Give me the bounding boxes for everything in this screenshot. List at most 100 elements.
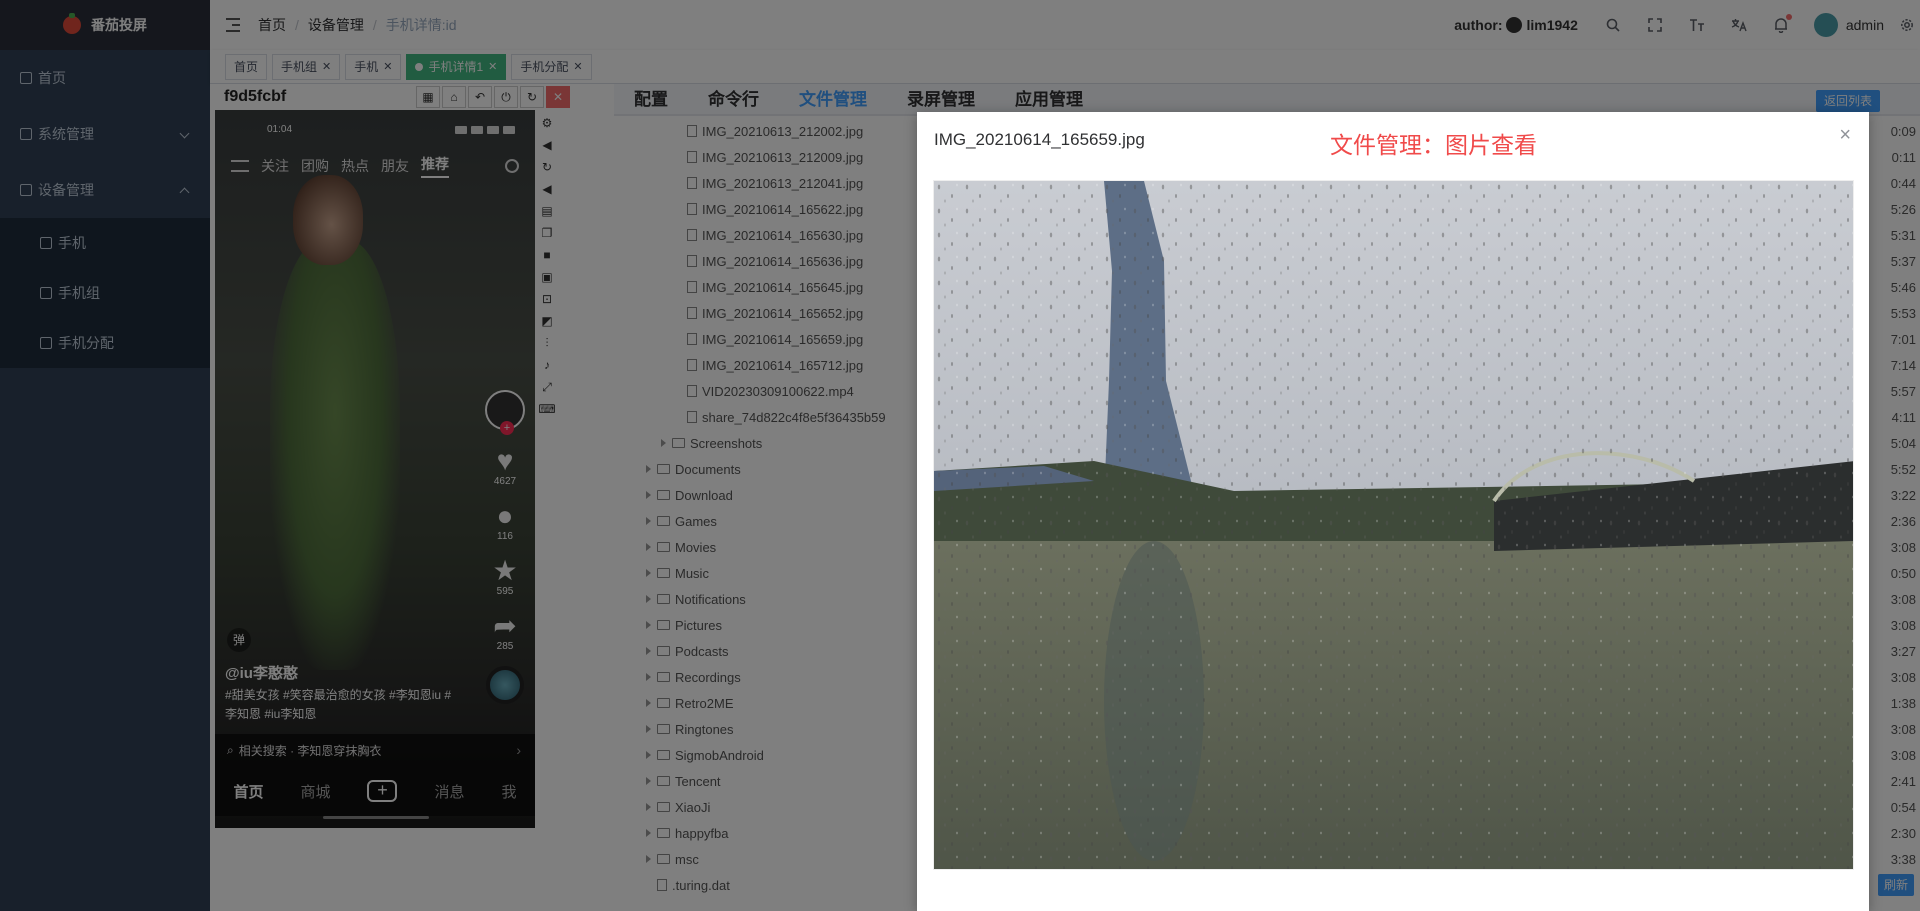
folder-row[interactable]: Retro2ME bbox=[614, 690, 934, 716]
caret-right-icon[interactable] bbox=[646, 569, 651, 577]
file-row[interactable]: .turing.dat bbox=[614, 872, 934, 898]
close-icon[interactable]: ✕ bbox=[573, 55, 582, 79]
breadcrumb-device[interactable]: 设备管理 bbox=[308, 15, 364, 35]
share-action[interactable]: ➦ 285 bbox=[493, 611, 516, 653]
like-action[interactable]: ♥ 4627 bbox=[494, 446, 516, 488]
hamburger-icon[interactable] bbox=[226, 18, 246, 32]
caret-right-icon[interactable] bbox=[646, 777, 651, 785]
caret-right-icon[interactable] bbox=[646, 673, 651, 681]
copy-icon[interactable]: ❐ bbox=[536, 222, 558, 244]
clipboard-icon[interactable]: ▤ bbox=[536, 200, 558, 222]
folder-row[interactable]: msc bbox=[614, 846, 934, 872]
author-link[interactable]: author: lim1942 bbox=[1454, 17, 1578, 33]
tag-phone-group[interactable]: 手机组 ✕ bbox=[272, 53, 341, 80]
feed-tab[interactable]: 热点 bbox=[341, 156, 369, 176]
sidebar-item-phone-group[interactable]: 手机组 bbox=[0, 268, 210, 318]
close-icon[interactable]: ✕ bbox=[546, 86, 570, 108]
comment-action[interactable]: ● 116 bbox=[497, 501, 514, 543]
volume-down-icon[interactable]: ◀ bbox=[536, 178, 558, 200]
bell-icon[interactable]: ♪ bbox=[536, 354, 558, 376]
folder-row[interactable]: Tencent bbox=[614, 768, 934, 794]
feed-tab[interactable]: 团购 bbox=[301, 156, 329, 176]
folder-row[interactable]: Games bbox=[614, 508, 934, 534]
grid-icon[interactable]: ▦ bbox=[416, 86, 440, 108]
folder-row[interactable]: Music bbox=[614, 560, 934, 586]
bell-icon[interactable] bbox=[1772, 14, 1792, 34]
file-row[interactable]: IMG_20210614_165712.jpg bbox=[614, 352, 934, 378]
back-icon[interactable]: ↶ bbox=[468, 86, 492, 108]
tag-phone-assign[interactable]: 手机分配 ✕ bbox=[511, 53, 592, 80]
volume-up-icon[interactable]: ◀ bbox=[536, 134, 558, 156]
file-row[interactable]: IMG_20210614_165652.jpg bbox=[614, 300, 934, 326]
screen-off-icon[interactable]: ◩ bbox=[536, 310, 558, 332]
music-disc-icon[interactable] bbox=[486, 666, 524, 704]
file-row[interactable]: IMG_20210614_165630.jpg bbox=[614, 222, 934, 248]
folder-row[interactable]: Download bbox=[614, 482, 934, 508]
favorite-action[interactable]: ★ 595 bbox=[492, 556, 517, 598]
keyboard-icon[interactable]: ⌨ bbox=[536, 398, 558, 420]
font-size-icon[interactable] bbox=[1688, 16, 1706, 34]
settings-icon[interactable]: ⚙ bbox=[536, 112, 558, 134]
caret-right-icon[interactable] bbox=[646, 517, 651, 525]
sidebar-item-device[interactable]: 设备管理 bbox=[0, 162, 210, 218]
folder-row[interactable]: happyfba bbox=[614, 820, 934, 846]
feed-tab[interactable]: 朋友 bbox=[381, 156, 409, 176]
caret-right-icon[interactable] bbox=[646, 855, 651, 863]
folder-row[interactable]: XiaoJi bbox=[614, 794, 934, 820]
caret-right-icon[interactable] bbox=[646, 725, 651, 733]
gear-icon[interactable] bbox=[1898, 16, 1916, 34]
caret-right-icon[interactable] bbox=[646, 829, 651, 837]
close-icon[interactable]: × bbox=[1839, 124, 1851, 147]
caret-right-icon[interactable] bbox=[646, 803, 651, 811]
sidebar-item-system[interactable]: 系统管理 bbox=[0, 106, 210, 162]
close-icon[interactable]: ✕ bbox=[322, 55, 331, 79]
caret-right-icon[interactable] bbox=[646, 699, 651, 707]
power-icon[interactable]: ⏻ bbox=[494, 86, 518, 108]
feed-tab-active[interactable]: 推荐 bbox=[421, 154, 449, 178]
sliders-icon[interactable]: ⫶ bbox=[536, 332, 558, 354]
tab-recording[interactable]: 录屏管理 bbox=[907, 85, 975, 114]
folder-row[interactable]: Podcasts bbox=[614, 638, 934, 664]
sidebar-item-phone-assign[interactable]: 手机分配 bbox=[0, 318, 210, 368]
file-row[interactable]: IMG_20210614_165659.jpg bbox=[614, 326, 934, 352]
tab-apps[interactable]: 应用管理 bbox=[1015, 85, 1083, 114]
record-icon[interactable]: ■ bbox=[536, 244, 558, 266]
file-row[interactable]: IMG_20210613_212041.jpg bbox=[614, 170, 934, 196]
related-search-bar[interactable]: ⌕ 相关搜索 · 李知恩穿抹胸衣 › bbox=[215, 734, 535, 766]
folder-row[interactable]: Recordings bbox=[614, 664, 934, 690]
rotate-icon[interactable]: ↻ bbox=[536, 156, 558, 178]
phone-screen[interactable]: 01:04 关注 团购 热点 朋友 推荐 + ♥ 4627 ● 116 ★ 595 ➦… bbox=[215, 110, 535, 828]
close-icon[interactable]: ✕ bbox=[383, 55, 392, 79]
caret-right-icon[interactable] bbox=[646, 543, 651, 551]
folder-row[interactable]: Screenshots bbox=[614, 430, 934, 456]
expand-icon[interactable]: ⤢ bbox=[536, 376, 558, 398]
file-row[interactable]: VID20230309100622.mp4 bbox=[614, 378, 934, 404]
folder-row[interactable]: Movies bbox=[614, 534, 934, 560]
search-icon[interactable] bbox=[1604, 16, 1622, 34]
fullscreen-icon[interactable] bbox=[1646, 16, 1664, 34]
screenshot-icon[interactable]: ▣ bbox=[536, 266, 558, 288]
home-icon[interactable]: ⌂ bbox=[442, 86, 466, 108]
caret-right-icon[interactable] bbox=[646, 751, 651, 759]
refresh-button[interactable]: 刷新 bbox=[1877, 874, 1914, 896]
create-plus-button[interactable]: + bbox=[367, 780, 398, 802]
caret-right-icon[interactable] bbox=[661, 439, 666, 447]
close-icon[interactable]: ✕ bbox=[488, 55, 497, 79]
tag-phone[interactable]: 手机 ✕ bbox=[345, 53, 402, 80]
folder-row[interactable]: Pictures bbox=[614, 612, 934, 638]
creator-avatar[interactable]: + bbox=[485, 390, 525, 435]
lock-icon[interactable]: ⊡ bbox=[536, 288, 558, 310]
folder-row[interactable]: Ringtones bbox=[614, 716, 934, 742]
caret-right-icon[interactable] bbox=[646, 647, 651, 655]
feed-tab[interactable]: 关注 bbox=[261, 156, 289, 176]
file-row[interactable]: IMG_20210614_165622.jpg bbox=[614, 196, 934, 222]
sidebar-item-phone[interactable]: 手机 bbox=[0, 218, 210, 268]
file-row[interactable]: IMG_20210614_165645.jpg bbox=[614, 274, 934, 300]
file-row[interactable]: IMG_20210614_165636.jpg bbox=[614, 248, 934, 274]
bottom-nav-mall[interactable]: 商城 bbox=[300, 781, 330, 802]
folder-row[interactable]: Notifications bbox=[614, 586, 934, 612]
caret-right-icon[interactable] bbox=[646, 465, 651, 473]
folder-row[interactable]: SigmobAndroid bbox=[614, 742, 934, 768]
sidebar-item-home[interactable]: 首页 bbox=[0, 50, 210, 106]
tag-home[interactable]: 首页 bbox=[225, 53, 268, 80]
